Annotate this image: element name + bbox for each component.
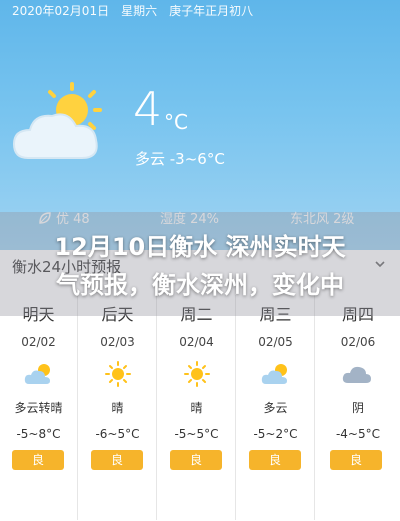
partly-cloudy-icon: [261, 364, 287, 384]
sun-icon: [184, 361, 210, 387]
forecast-day-1[interactable]: 明天 02/02 多云转晴 -5~8°C 良: [0, 295, 78, 520]
current-condition: 多云 -3~6°C: [135, 150, 225, 168]
aqi-badge: 良: [12, 450, 64, 470]
temperature-unit: °C: [164, 110, 188, 134]
day-date: 02/05: [258, 335, 293, 349]
day-date: 02/06: [340, 335, 376, 349]
day-temp-range: -5~2°C: [253, 427, 298, 441]
forecast-day-5[interactable]: 周四 02/06 阴 -4~5°C 良: [316, 295, 400, 520]
day-condition: 阴: [351, 401, 364, 415]
daily-forecast-list: 明天 02/02 多云转晴 -5~8°C 良 后天 02/03 晴 -6~5°C…: [0, 295, 400, 520]
partly-cloudy-icon: [24, 364, 50, 384]
sun-cloud-icon: [12, 82, 102, 159]
aqi-badge: 良: [330, 450, 382, 470]
forecast-day-4[interactable]: 周三 02/05 多云 -5~2°C 良: [237, 295, 315, 520]
day-date: 02/04: [179, 335, 214, 349]
day-condition: 多云: [263, 401, 288, 415]
aqi-badge: 良: [170, 450, 222, 470]
date-line: 2020年02月01日 星期六 庚子年正月初八: [12, 4, 254, 18]
headline-line-1: 12月10日衡水 深州实时天: [54, 233, 346, 261]
day-temp-range: -5~8°C: [16, 427, 61, 441]
forecast-day-3[interactable]: 周二 02/04 晴 -5~5°C 良: [158, 295, 236, 520]
cloud-icon: [342, 366, 371, 383]
day-condition: 多云转晴: [14, 401, 63, 415]
article-headline[interactable]: 12月10日衡水 深州实时天 气预报，衡水深州，变化中: [0, 228, 400, 304]
day-condition: 晴: [111, 401, 124, 415]
day-temp-range: -6~5°C: [95, 427, 140, 441]
sun-icon: [105, 361, 131, 387]
headline-line-2: 气预报，衡水深州，变化中: [56, 271, 344, 299]
forecast-day-2[interactable]: 后天 02/03 晴 -6~5°C 良: [79, 295, 157, 520]
aqi-badge: 良: [91, 450, 143, 470]
current-temperature: 4: [133, 82, 163, 136]
day-condition: 晴: [190, 401, 203, 415]
day-date: 02/03: [100, 335, 135, 349]
aqi-badge: 良: [249, 450, 301, 470]
day-date: 02/02: [21, 335, 56, 349]
day-temp-range: -5~5°C: [174, 427, 219, 441]
day-temp-range: -4~5°C: [335, 427, 381, 441]
